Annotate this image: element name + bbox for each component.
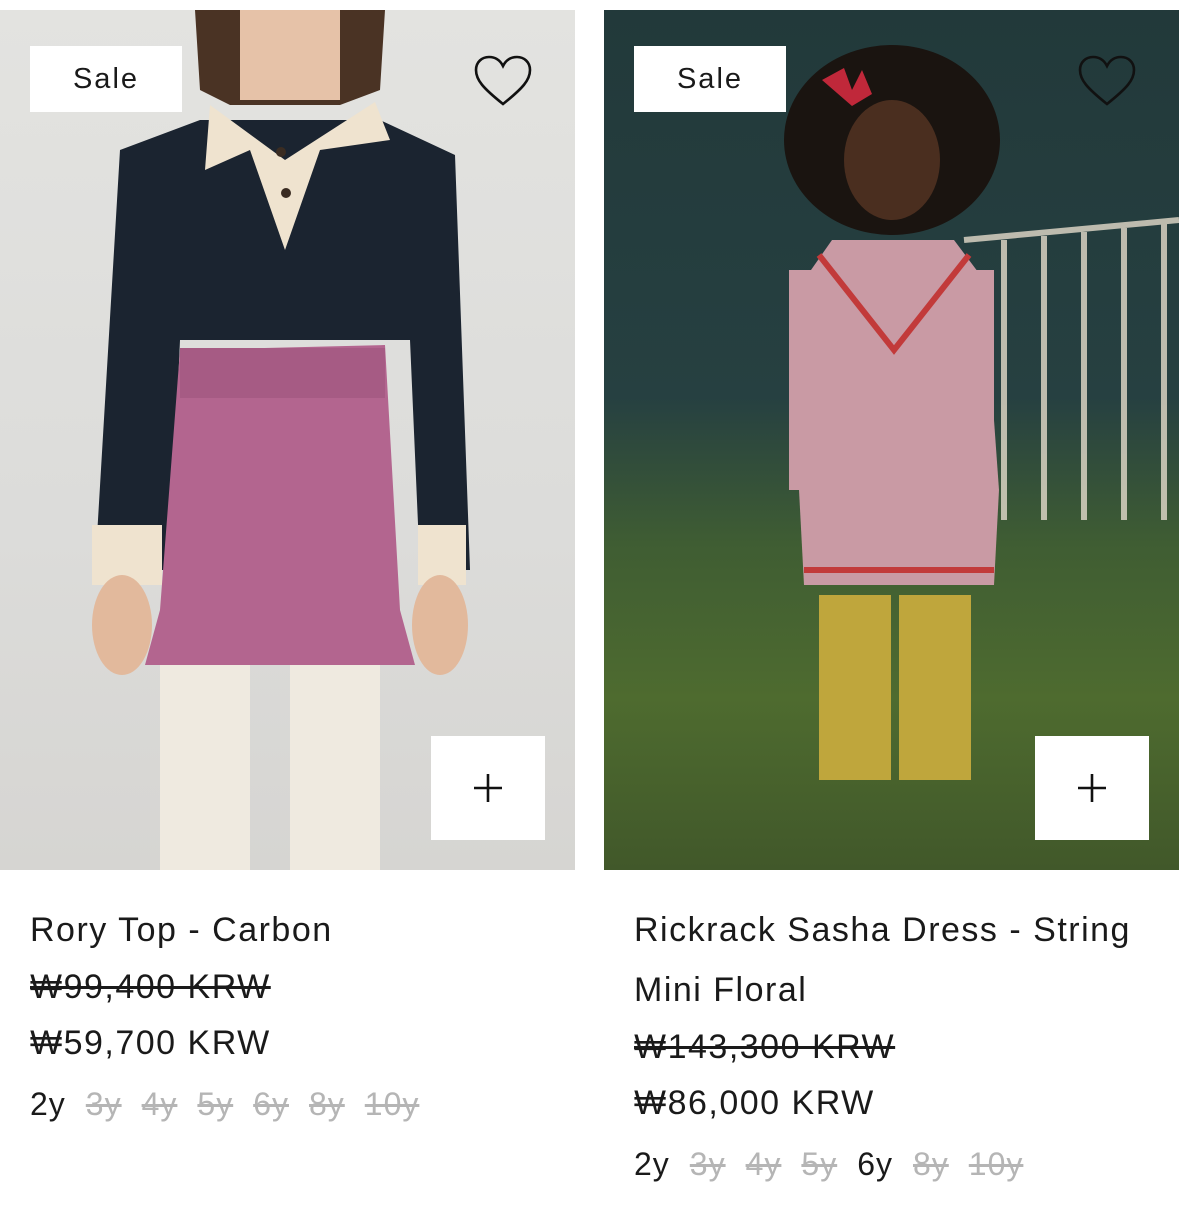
size-option: 3y <box>689 1146 726 1182</box>
plus-icon <box>1078 774 1106 802</box>
size-option: 5y <box>801 1146 838 1182</box>
product-image[interactable]: Sale <box>0 10 575 870</box>
size-option[interactable]: 6y <box>857 1146 893 1183</box>
original-price: ₩143,300 KRW <box>634 1028 896 1066</box>
size-option[interactable]: 2y <box>30 1086 66 1123</box>
size-option: 10y <box>364 1086 420 1122</box>
quick-add-button[interactable] <box>431 736 545 840</box>
heart-icon <box>474 55 532 106</box>
size-option: 4y <box>745 1146 782 1182</box>
sale-price: ₩86,000 KRW <box>634 1084 875 1122</box>
sale-badge: Sale <box>634 46 786 112</box>
size-option: 8y <box>308 1086 345 1122</box>
size-option: 3y <box>85 1086 122 1122</box>
size-option[interactable]: 2y <box>634 1146 670 1183</box>
product-name[interactable]: Rory Top - Carbon <box>30 900 545 960</box>
size-option: 10y <box>968 1146 1024 1182</box>
product-name[interactable]: Rickrack Sasha Dress - String Mini Flora… <box>634 900 1149 1020</box>
quick-add-button[interactable] <box>1035 736 1149 840</box>
size-list: 2y 3y 4y 5y 6y 8y 10y <box>30 1086 545 1123</box>
wishlist-button[interactable] <box>473 54 533 108</box>
product-card[interactable]: Sale Rickrack Sasha Dress - String Mini … <box>604 10 1179 1183</box>
sale-badge: Sale <box>30 46 182 112</box>
size-list: 2y 3y 4y 5y 6y 8y 10y <box>634 1146 1149 1183</box>
heart-icon <box>1078 55 1136 106</box>
wishlist-button[interactable] <box>1077 54 1137 108</box>
size-option: 5y <box>197 1086 234 1122</box>
original-price: ₩99,400 KRW <box>30 968 271 1006</box>
sale-price: ₩59,700 KRW <box>30 1024 271 1062</box>
size-option: 4y <box>141 1086 178 1122</box>
plus-icon <box>474 774 502 802</box>
size-option: 8y <box>912 1146 949 1182</box>
product-image[interactable]: Sale <box>604 10 1179 870</box>
size-option: 6y <box>253 1086 289 1122</box>
product-card[interactable]: Sale Rory Top - Carbon ₩99,400 KRW ₩59,7… <box>0 10 575 1123</box>
